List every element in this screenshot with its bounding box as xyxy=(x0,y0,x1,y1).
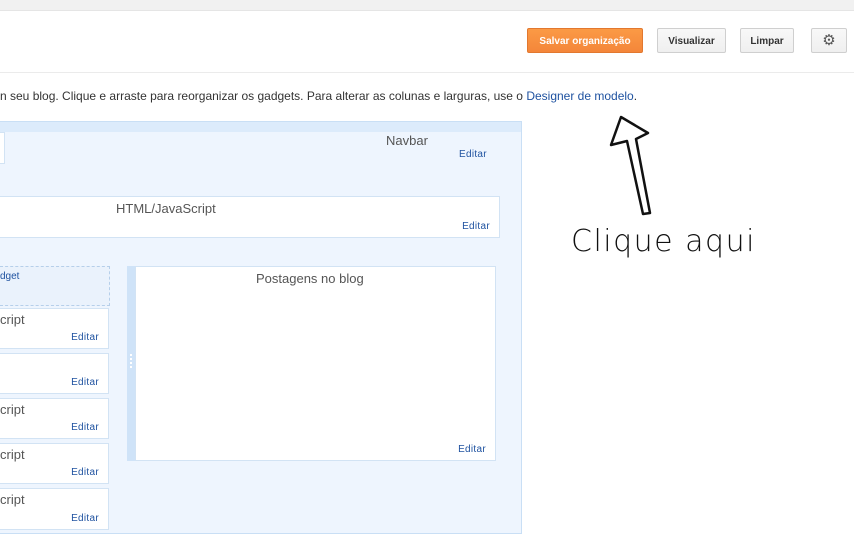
gadget-edit-link[interactable]: Editar xyxy=(462,221,490,232)
top-bar xyxy=(0,0,854,11)
navbar-gadget[interactable] xyxy=(0,132,5,164)
gadget-edit-link[interactable]: Editar xyxy=(71,467,99,478)
layout-canvas: Navbar Editar HTML/JavaScript Editar dge… xyxy=(0,121,522,534)
sidebar-gadget[interactable]: Editar xyxy=(0,353,109,394)
gadget-edit-link[interactable]: Editar xyxy=(71,332,99,343)
gadget-title: cript xyxy=(0,402,25,417)
gadget-edit-link[interactable]: Editar xyxy=(71,513,99,524)
instructions-text: n seu blog. Clique e arraste para reorga… xyxy=(0,89,637,103)
sidebar-gadget[interactable]: cript Editar xyxy=(0,398,109,439)
navbar-edit-link[interactable]: Editar xyxy=(459,149,487,160)
sidebar-gadget[interactable]: cript Editar xyxy=(0,308,109,349)
gadget-title: cript xyxy=(0,312,25,327)
sidebar-gadget[interactable]: cript Editar xyxy=(0,443,109,484)
header-bar: Salvar organização Visualizar Limpar ⚙ xyxy=(0,11,854,73)
grip-icon xyxy=(130,354,134,368)
add-gadget-box[interactable]: dget xyxy=(0,266,110,306)
gadget-title: Postagens no blog xyxy=(256,271,364,286)
gadget-title: cript xyxy=(0,447,25,462)
preview-button[interactable]: Visualizar xyxy=(657,28,726,53)
navbar-title: Navbar xyxy=(386,133,428,148)
gadget-edit-link[interactable]: Editar xyxy=(458,444,486,455)
blog-posts-gadget[interactable]: Postagens no blog Editar xyxy=(135,266,496,461)
save-arrangement-button[interactable]: Salvar organização xyxy=(527,28,643,53)
gadget-title: HTML/JavaScript xyxy=(116,201,216,216)
arrow-up-icon xyxy=(609,115,652,216)
gadget-edit-link[interactable]: Editar xyxy=(71,377,99,388)
instructions-body: n seu blog. Clique e arraste para reorga… xyxy=(0,89,527,103)
sidebar-gadget[interactable]: cript Editar xyxy=(0,488,109,530)
instructions-end: . xyxy=(633,89,638,103)
layout-top-strip xyxy=(0,122,521,132)
gadget-title: cript xyxy=(0,492,25,507)
gear-icon: ⚙ xyxy=(822,32,836,49)
gadget-edit-link[interactable]: Editar xyxy=(71,422,99,433)
settings-button[interactable]: ⚙ xyxy=(811,28,847,53)
annotation-text: Clique aqui xyxy=(571,224,756,259)
add-gadget-link[interactable]: dget xyxy=(0,271,19,282)
template-designer-link[interactable]: Designer de modelo xyxy=(526,89,633,103)
html-javascript-gadget[interactable]: HTML/JavaScript Editar xyxy=(0,196,500,238)
clear-button[interactable]: Limpar xyxy=(740,28,794,53)
posts-drag-handle[interactable] xyxy=(127,266,135,461)
